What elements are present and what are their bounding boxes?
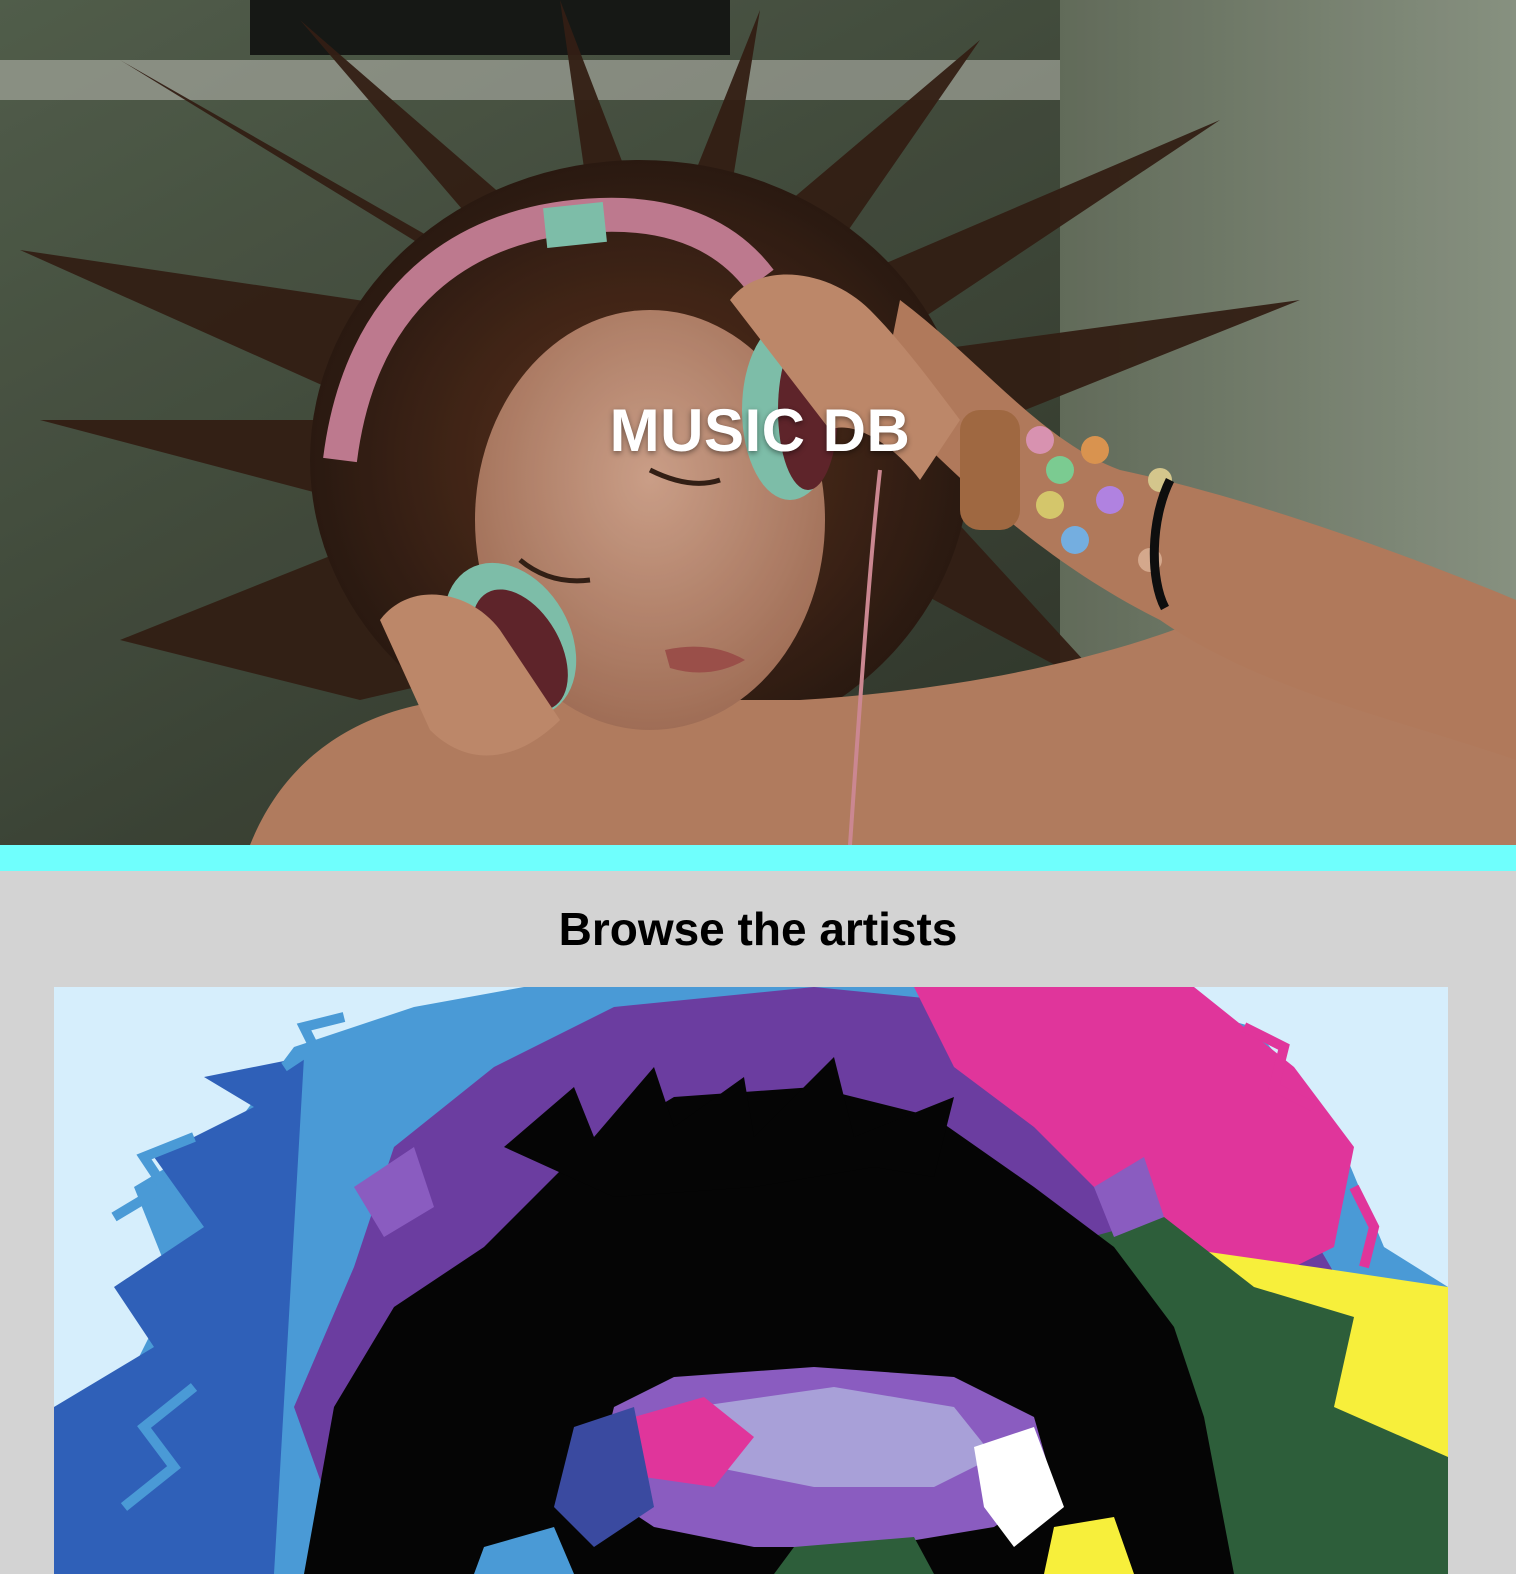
accent-divider	[0, 845, 1516, 871]
browse-artists-heading: Browse the artists	[558, 903, 958, 955]
page-scroll-gutter	[1516, 0, 1528, 1574]
site-title: MUSIC DB	[609, 397, 911, 464]
artist-portrait-image	[54, 987, 1448, 1574]
hero-banner: MUSIC DB	[0, 0, 1516, 845]
artist-card[interactable]	[54, 987, 1448, 1574]
